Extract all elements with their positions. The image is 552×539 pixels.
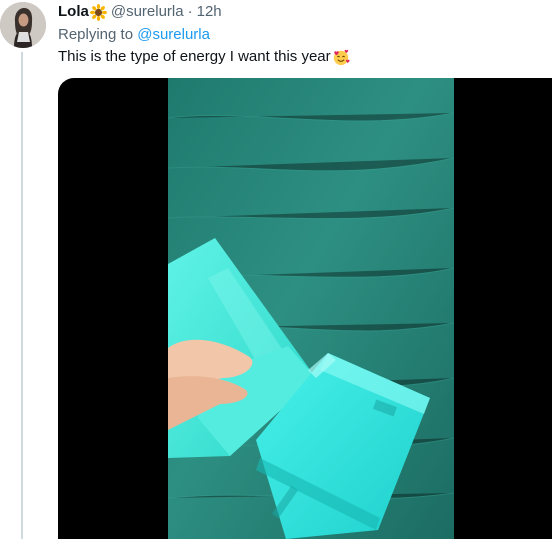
replying-to: Replying to @surelurla <box>58 25 210 45</box>
tweet-video[interactable] <box>58 78 552 539</box>
avatar-image <box>0 2 46 48</box>
display-name[interactable]: Lola <box>58 2 89 22</box>
sunflower-emoji-icon <box>89 3 107 21</box>
tweet-text-body: This is the type of energy I want this y… <box>58 48 331 65</box>
tweet[interactable]: Lola @surelurla · 12h Replying to @surel… <box>0 0 552 539</box>
tweet-text: This is the type of energy I want this y… <box>58 47 350 67</box>
smiling-face-with-hearts-emoji-icon <box>332 48 350 66</box>
video-thumbnail <box>168 78 454 539</box>
reply-prefix: Replying to <box>58 26 134 43</box>
user-handle[interactable]: @surelurla <box>111 2 184 22</box>
thread-connector-line <box>21 52 23 539</box>
tweet-timestamp[interactable]: 12h <box>197 2 222 22</box>
header-separator: · <box>187 3 193 20</box>
tweet-header: Lola @surelurla · 12h <box>58 2 222 22</box>
avatar[interactable] <box>0 2 46 48</box>
reply-to-link[interactable]: @surelurla <box>137 26 210 43</box>
